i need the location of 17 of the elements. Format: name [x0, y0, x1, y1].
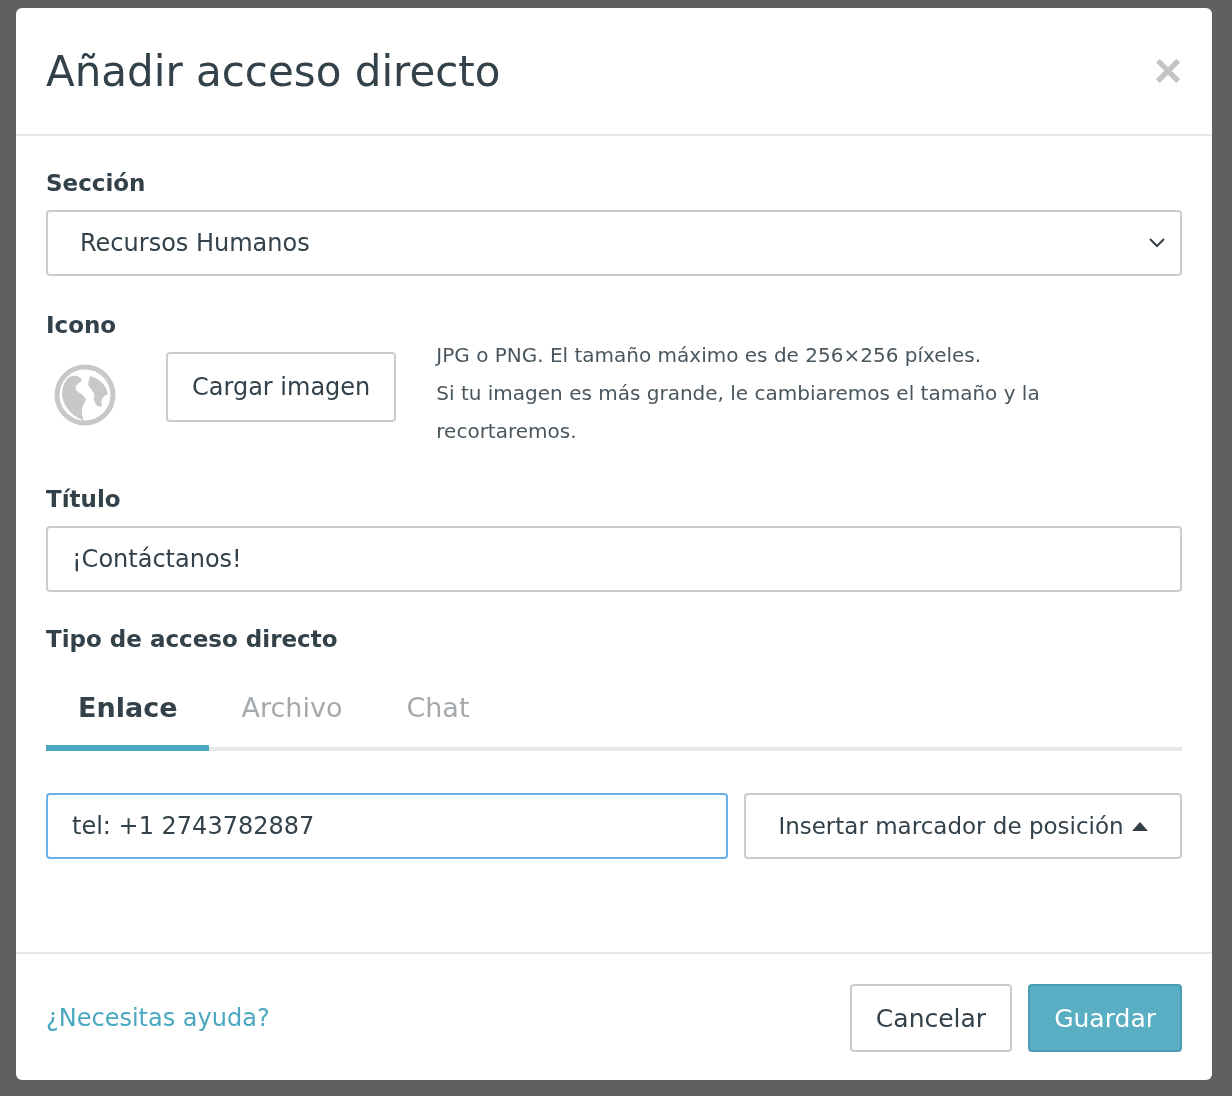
tab[interactable]: Enlace: [46, 680, 210, 751]
title-input[interactable]: ¡Contáctanos!: [46, 526, 1182, 592]
upload-image-button[interactable]: Cargar imagen: [166, 352, 397, 422]
field-label: Icono: [46, 312, 118, 338]
chevron-down-icon: [1148, 237, 1166, 249]
caret-up-icon: [1131, 821, 1148, 831]
link-input[interactable]: tel: +1 2743782887: [46, 793, 728, 859]
hint-text: JPG o PNG. El tamaño máximo es de 256×256 píxeles.: [436, 342, 983, 369]
globe-icon: [54, 364, 116, 426]
field-label: Sección: [46, 170, 147, 196]
dialog-title: Añadir acceso directo: [46, 46, 501, 96]
footer-button[interactable]: Cancelar: [849, 984, 1013, 1052]
insert-placeholder-button[interactable]: Insertar marcador de posición: [744, 793, 1182, 859]
field-label: Título: [46, 486, 122, 512]
section-select[interactable]: Recursos Humanos: [46, 210, 1182, 276]
hint-text: Si tu imagen es más grande, le cambiaremos el tamaño y la recortaremos.: [436, 380, 1041, 445]
field-label: Tipo de acceso directo: [46, 626, 339, 652]
